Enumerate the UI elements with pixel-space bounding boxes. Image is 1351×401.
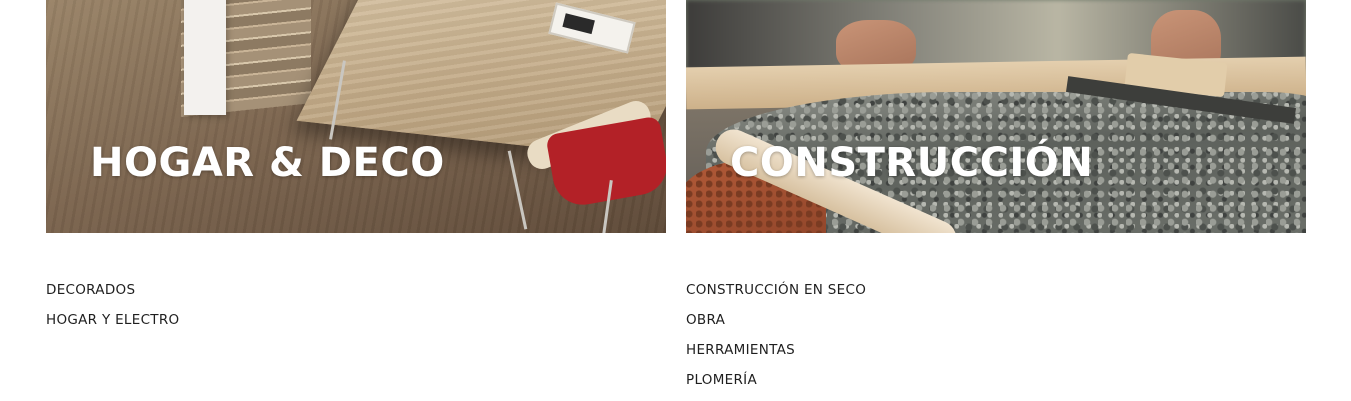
list-item: HERRAMIENTAS	[686, 341, 866, 371]
subcategory-link-herramientas[interactable]: HERRAMIENTAS	[686, 342, 795, 358]
subcategory-link-construccion-en-seco[interactable]: CONSTRUCCIÓN EN SECO	[686, 282, 866, 298]
subcategory-link-decorados[interactable]: DECORADOS	[46, 282, 135, 298]
subcategory-link-plomeria[interactable]: PLOMERÍA	[686, 372, 757, 388]
list-item: OBRA	[686, 311, 866, 341]
category-title-construccion: CONSTRUCCIÓN	[730, 140, 1094, 186]
subcategory-link-obra[interactable]: OBRA	[686, 312, 725, 328]
list-item: PLOMERÍA	[686, 371, 866, 401]
list-item: DECORADOS	[46, 281, 179, 311]
list-item: CONSTRUCCIÓN EN SECO	[686, 281, 866, 311]
category-section: HOGAR & DECO CONSTRUCCIÓN DECORADOS HOGA…	[0, 0, 1351, 401]
subcategory-list-hogar-deco: DECORADOS HOGAR Y ELECTRO	[46, 281, 179, 341]
category-card-hogar-deco[interactable]: HOGAR & DECO	[46, 0, 666, 233]
construccion-image	[686, 0, 1306, 233]
category-title-hogar-deco: HOGAR & DECO	[90, 140, 445, 186]
hogar-deco-image	[46, 0, 666, 233]
subcategory-list-construccion: CONSTRUCCIÓN EN SECO OBRA HERRAMIENTAS P…	[686, 281, 866, 401]
category-card-construccion[interactable]: CONSTRUCCIÓN	[686, 0, 1306, 233]
list-item: HOGAR Y ELECTRO	[46, 311, 179, 341]
subcategory-link-hogar-y-electro[interactable]: HOGAR Y ELECTRO	[46, 312, 179, 328]
